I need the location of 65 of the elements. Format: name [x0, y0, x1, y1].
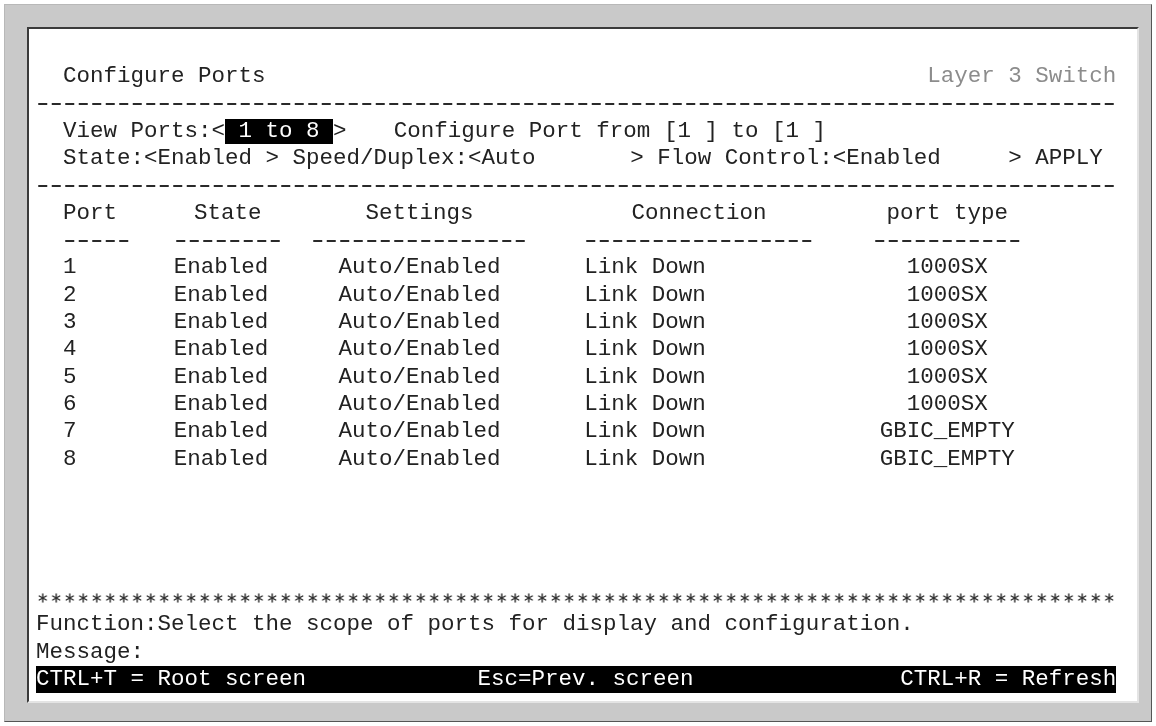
shortcut-hint: CTRL+T = Root screen	[36, 665, 307, 694]
table-cell-text: 2	[63, 281, 78, 310]
state-selector[interactable]: <Enabled >	[144, 146, 280, 172]
table-cell-text: Enabled	[173, 445, 270, 474]
table-cell-text: 4	[63, 336, 78, 364]
table-cell-text: Link Down	[584, 254, 707, 282]
shortcut-hint: Esc=Prev. screen	[477, 665, 694, 694]
shortcut-hint: CTRL+R = Refresh	[900, 665, 1117, 694]
table-cell-text: 6	[63, 391, 78, 419]
column-header: State	[192, 199, 263, 228]
table-cell-text: Auto/Enabled	[337, 418, 502, 446]
table-cell-text: Auto/Enabled	[337, 391, 502, 419]
table-cell-text: 1000SX	[905, 336, 989, 364]
table-cell-text: Auto/Enabled	[337, 254, 502, 282]
flow-control-selector[interactable]: <Enabled >	[832, 146, 1022, 172]
screen-title: Configure Ports	[63, 63, 266, 91]
port-to-label: to	[731, 117, 759, 146]
table-cell-text: GBIC_EMPTY	[878, 445, 1016, 474]
table-cell-text: 5	[63, 363, 78, 392]
table-cell-text: 1	[63, 254, 78, 282]
table-cell-text: 1000SX	[905, 363, 989, 392]
table-cell-text: Enabled	[173, 336, 270, 364]
port-to-field[interactable]: [1 ]	[771, 117, 826, 146]
table-cell-text: Auto/Enabled	[337, 336, 502, 364]
table-cell-text: 3	[63, 309, 78, 337]
column-header: Connection	[630, 199, 768, 228]
table-cell-text: Enabled	[173, 254, 270, 282]
table-cell-text: Enabled	[173, 363, 270, 392]
table-cell-text: GBIC_EMPTY	[878, 418, 1016, 446]
table-cell-text: Auto/Enabled	[337, 309, 502, 337]
table-cell-text: Link Down	[584, 336, 707, 364]
header-underline	[63, 239, 131, 242]
function-help-text: Function:Select the scope of ports for display and configuration.	[36, 611, 914, 639]
table-cell-text: Link Down	[584, 309, 707, 337]
table-cell-text: Enabled	[173, 309, 270, 337]
table-cell-text: Auto/Enabled	[337, 445, 502, 474]
table-cell-text: Link Down	[584, 418, 707, 446]
flow-control-label: Flow Control:	[657, 145, 833, 173]
column-header: Port	[63, 199, 118, 228]
table-cell-text: Link Down	[584, 363, 707, 392]
table-cell-text: Enabled	[173, 281, 270, 310]
table-cell-text: 1000SX	[905, 254, 989, 282]
table-cell-text: Link Down	[584, 445, 707, 474]
table-cell-text: 1000SX	[905, 281, 989, 310]
state-label: State:	[63, 145, 144, 173]
table-cell-text: 1000SX	[905, 391, 989, 419]
table-cell-text: Auto/Enabled	[337, 281, 502, 310]
configure-port-label: Configure Port from	[393, 117, 651, 146]
table-cell-text: Enabled	[173, 391, 270, 419]
view-ports-label: View Ports:	[63, 117, 212, 146]
table-cell-text: Enabled	[173, 418, 270, 446]
speed-duplex-label: Speed/Duplex:	[292, 145, 469, 173]
device-name: Layer 3 Switch	[927, 63, 1117, 91]
speed-duplex-selector[interactable]: <Auto >	[468, 146, 644, 172]
port-from-field[interactable]: [1 ]	[663, 117, 718, 146]
table-cell-text: Link Down	[584, 391, 707, 419]
apply-button[interactable]: APPLY	[1035, 145, 1103, 173]
table-cell-text: 7	[63, 418, 78, 446]
table-cell-text: 1000SX	[905, 309, 989, 337]
message-label: Message:	[36, 638, 145, 666]
table-cell-text: 8	[63, 445, 78, 474]
column-header: Settings	[364, 199, 475, 228]
table-cell-text: Auto/Enabled	[337, 363, 502, 392]
column-header: port type	[885, 199, 1010, 228]
table-cell-text: Link Down	[584, 281, 707, 310]
